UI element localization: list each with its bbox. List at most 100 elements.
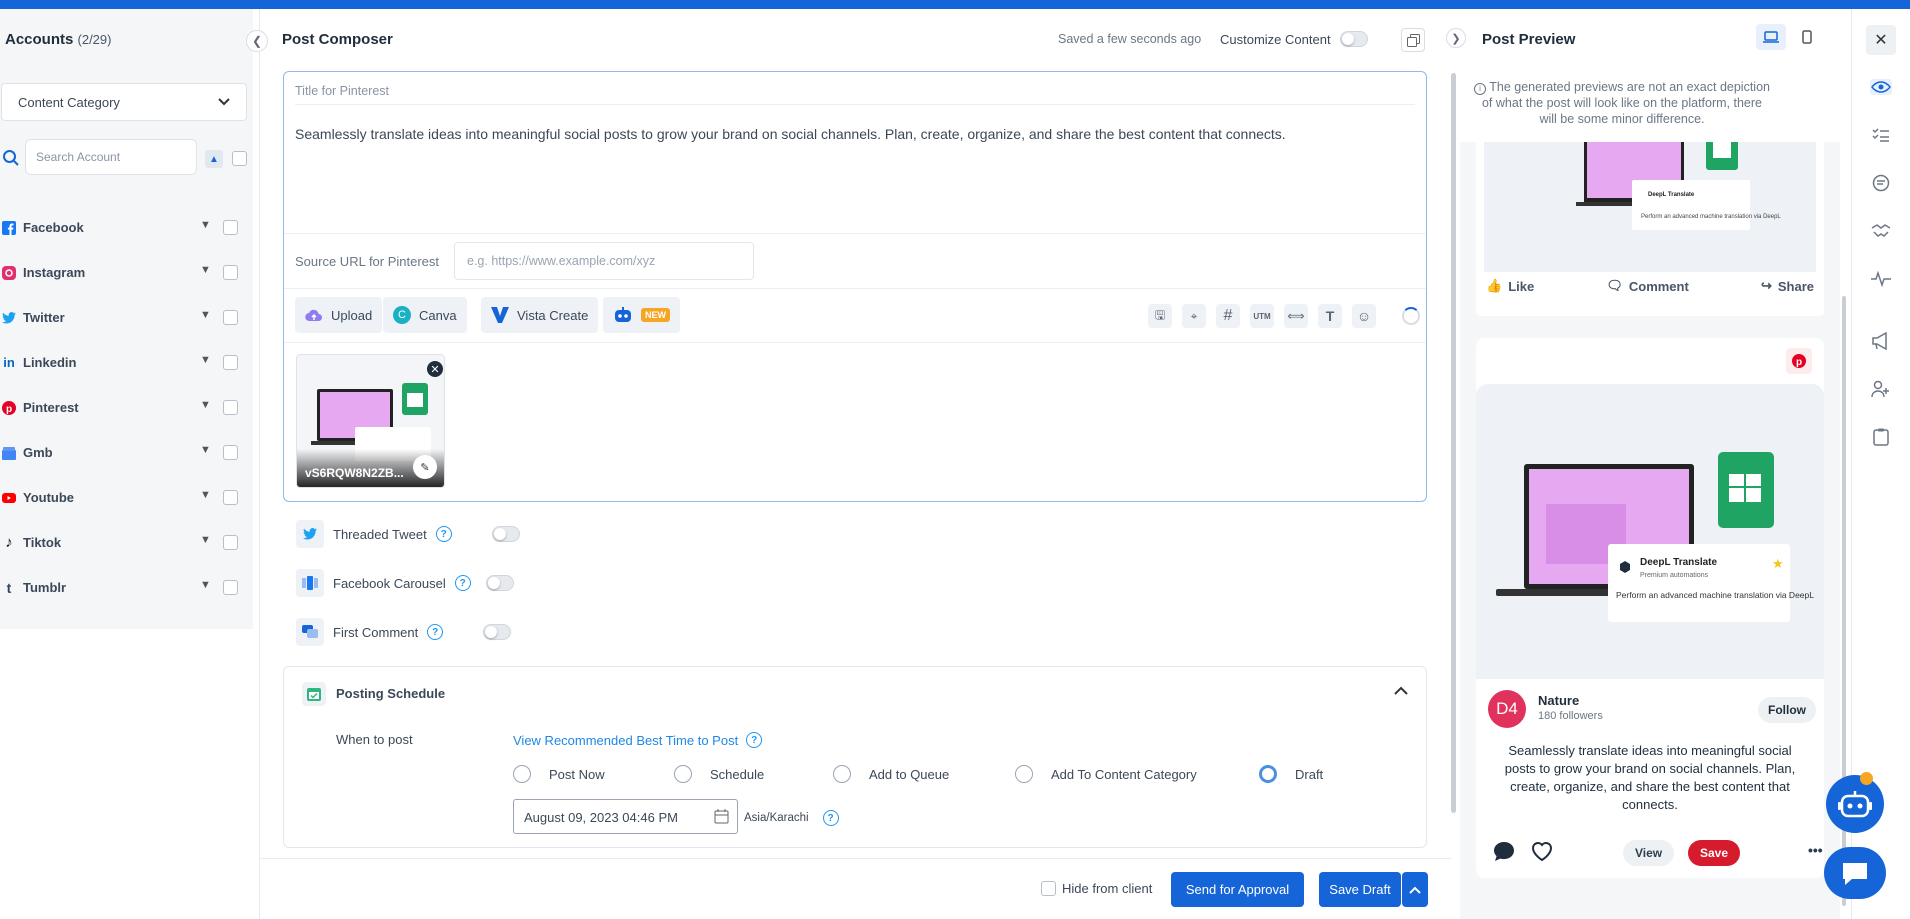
schedule-date-input[interactable]: August 09, 2023 04:46 PM (513, 799, 738, 834)
save-button[interactable]: Save (1688, 840, 1741, 866)
network-checkbox[interactable] (223, 265, 238, 280)
network-checkbox[interactable] (223, 445, 238, 460)
content-category-select[interactable]: Content Category (1, 83, 247, 121)
activity-icon (1871, 271, 1891, 287)
network-checkbox[interactable] (223, 400, 238, 415)
notes-button[interactable] (1870, 426, 1892, 448)
network-item-youtube[interactable]: Youtube ▼ (0, 475, 253, 520)
help-icon[interactable]: ? (822, 810, 839, 826)
chevron-down-icon[interactable]: ▼ (200, 579, 211, 591)
close-button[interactable]: ✕ (1866, 25, 1896, 55)
follow-button[interactable]: Follow (1758, 697, 1816, 723)
network-item-tiktok[interactable]: ♪ Tiktok ▼ (0, 520, 253, 565)
help-icon[interactable]: ? (435, 526, 452, 542)
chevron-up-icon[interactable] (1394, 684, 1408, 698)
team-button[interactable] (1870, 378, 1892, 400)
hide-from-client-option[interactable]: Hide from client (1041, 881, 1152, 896)
like-button[interactable]: 👍 Like (1486, 278, 1534, 294)
collapse-accounts-button[interactable]: ❮ (246, 30, 268, 52)
network-checkbox[interactable] (223, 220, 238, 235)
network-checkbox[interactable] (223, 310, 238, 325)
network-checkbox[interactable] (223, 580, 238, 595)
pinterest-title-input[interactable]: Title for Pinterest (295, 84, 1415, 105)
tasks-button[interactable] (1870, 220, 1892, 242)
comment-icon[interactable] (1492, 840, 1516, 865)
post-text-area[interactable]: Seamlessly translate ideas into meaningf… (295, 124, 1415, 144)
remove-media-button[interactable]: ✕ (427, 361, 443, 377)
chevron-down-icon[interactable]: ▼ (200, 489, 211, 501)
save-options-button[interactable] (1402, 872, 1428, 907)
copy-button[interactable] (1401, 28, 1425, 52)
ai-assistant-fab[interactable] (1826, 775, 1884, 833)
chat-support-button[interactable] (1824, 847, 1886, 899)
network-item-twitter[interactable]: Twitter ▼ (0, 295, 253, 340)
help-icon[interactable]: ? (427, 624, 444, 640)
radio-add-to-queue[interactable]: Add to Queue (833, 765, 949, 783)
radio-add-to-content-category[interactable]: Add To Content Category (1015, 765, 1197, 783)
media-thumbnail[interactable]: ✕ vS6RQW8N2ZB... ✎ (296, 354, 445, 488)
network-item-gmb[interactable]: Gmb ▼ (0, 430, 253, 475)
network-item-facebook[interactable]: Facebook ▼ (0, 205, 253, 250)
utm-button[interactable]: UTM (1250, 304, 1274, 328)
comments-button[interactable] (1870, 172, 1892, 194)
mobile-preview-button[interactable] (1792, 24, 1822, 50)
radio-draft[interactable]: Draft (1259, 765, 1323, 783)
share-button[interactable]: ↪ Share (1761, 278, 1814, 294)
chevron-down-icon[interactable]: ▼ (200, 399, 211, 411)
ai-assistant-button[interactable]: NEW (603, 297, 680, 333)
edit-media-button[interactable]: ✎ (413, 455, 437, 479)
network-item-instagram[interactable]: Instagram ▼ (0, 250, 253, 295)
chevron-down-icon[interactable]: ▼ (200, 444, 211, 456)
chevron-down-icon[interactable]: ▼ (200, 309, 211, 321)
collapse-all-button[interactable]: ▲ (205, 150, 223, 168)
help-icon[interactable]: ? (454, 575, 471, 591)
chevron-down-icon[interactable]: ▼ (200, 219, 211, 231)
location-button[interactable]: ⌖ (1182, 304, 1206, 328)
view-button[interactable]: View (1623, 840, 1675, 866)
facebook-carousel-toggle[interactable] (485, 575, 514, 591)
select-all-checkbox[interactable] (232, 151, 247, 166)
threaded-tweet-toggle[interactable] (491, 526, 520, 542)
activity-button[interactable] (1870, 268, 1892, 290)
radio-post-now[interactable]: Post Now (513, 765, 605, 783)
text-format-button[interactable]: T (1318, 304, 1342, 328)
vista-create-button[interactable]: Vista Create (481, 297, 599, 333)
comment-button[interactable]: 🗨 Comment (1606, 278, 1688, 294)
eye-icon (1870, 79, 1892, 95)
canva-button[interactable]: C Canva (383, 297, 467, 333)
radio-schedule[interactable]: Schedule (674, 765, 764, 783)
close-icon: ✕ (1874, 32, 1888, 49)
network-item-pinterest[interactable]: p Pinterest ▼ (0, 385, 253, 430)
network-item-tumblr[interactable]: t Tumblr ▼ (0, 565, 253, 610)
send-for-approval-button[interactable]: Send for Approval (1171, 872, 1304, 907)
customize-content-toggle[interactable] (1340, 31, 1368, 47)
desktop-preview-button[interactable] (1756, 24, 1786, 50)
search-account-input[interactable] (25, 139, 197, 175)
upload-button[interactable]: Upload (295, 297, 383, 333)
source-url-input[interactable] (454, 242, 754, 280)
save-media-button[interactable]: 🖫 (1148, 304, 1172, 328)
chevron-down-icon[interactable]: ▼ (200, 264, 211, 276)
checklist-button[interactable] (1870, 124, 1892, 146)
link-shortener-button[interactable]: ⟺ (1284, 304, 1308, 328)
network-item-linkedin[interactable]: in Linkedin ▼ (0, 340, 253, 385)
help-icon[interactable]: ? (746, 732, 763, 748)
recommended-time-link[interactable]: View Recommended Best Time to Post ? (513, 732, 763, 748)
network-checkbox[interactable] (223, 490, 238, 505)
save-draft-button[interactable]: Save Draft (1319, 872, 1401, 907)
hide-from-client-checkbox[interactable] (1041, 881, 1056, 896)
chevron-down-icon[interactable]: ▼ (200, 354, 211, 366)
chevron-down-icon[interactable]: ▼ (200, 534, 211, 546)
campaign-button[interactable] (1870, 330, 1892, 352)
first-comment-toggle[interactable] (483, 624, 512, 640)
hashtag-button[interactable]: # (1216, 304, 1240, 328)
heart-icon[interactable] (1530, 840, 1554, 865)
network-checkbox[interactable] (223, 355, 238, 370)
network-checkbox[interactable] (223, 535, 238, 550)
preview-eye-button[interactable] (1870, 76, 1892, 98)
emoji-button[interactable]: ☺ (1352, 304, 1376, 328)
pinterest-preview-image: DeepL Translate Premium automations ★ Pe… (1476, 384, 1824, 679)
more-options-icon[interactable]: ••• (1808, 842, 1823, 858)
collapse-preview-button[interactable]: ❯ (1446, 28, 1466, 48)
composer-scrollbar[interactable] (1451, 73, 1456, 813)
